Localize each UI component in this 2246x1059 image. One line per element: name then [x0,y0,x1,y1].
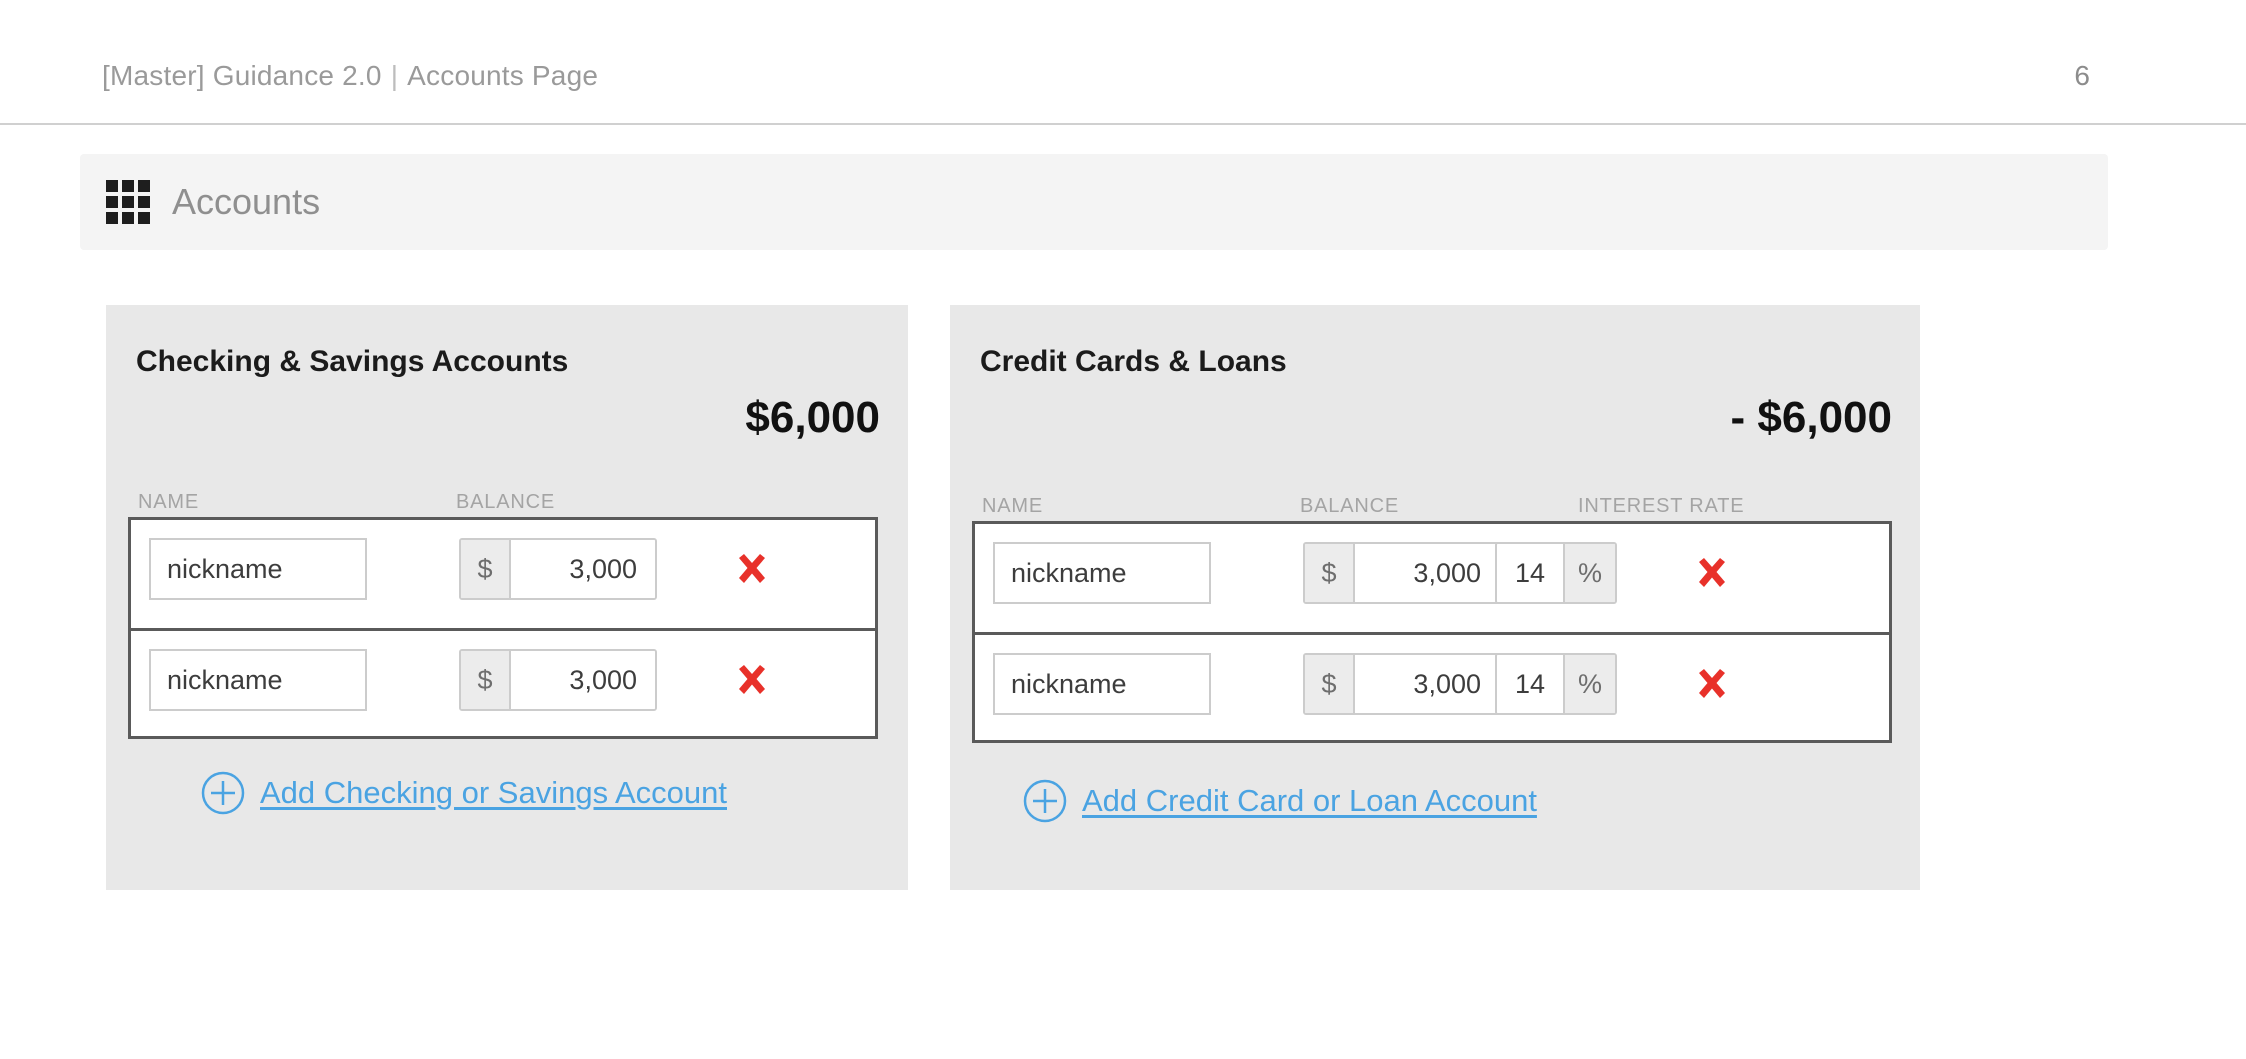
breadcrumb-deck-title: [Master] Guidance 2.0 [102,60,382,91]
column-header-interest-rate: INTEREST RATE [1578,495,1745,517]
panel-total-amount: - $6,000 [1730,393,1892,442]
delete-row-button[interactable] [1685,546,1739,600]
balance-input-group[interactable]: $ 3,000 [1303,653,1501,715]
interest-rate-input[interactable]: 14 [1497,544,1563,602]
breadcrumb: [Master] Guidance 2.0 | Accounts Page [102,60,598,92]
add-credit-loan-account-link[interactable]: Add Credit Card or Loan Account [1022,778,1537,824]
accounts-table: nickname $ 3,000 nickname $ 3,000 [128,517,878,739]
plus-circle-icon [201,771,245,815]
interest-rate-input-group[interactable]: 14 % [1495,542,1617,604]
add-checking-savings-account-link[interactable]: Add Checking or Savings Account [200,770,727,816]
currency-prefix-addon: $ [1305,655,1355,713]
close-icon [1699,669,1725,698]
account-name-input[interactable]: nickname [149,649,367,711]
balance-input-group[interactable]: $ 3,000 [1303,542,1501,604]
plus-circle-icon [1023,779,1067,823]
balance-input-group[interactable]: $ 3,000 [459,649,657,711]
top-header-bar: [Master] Guidance 2.0 | Accounts Page 6 [0,0,2246,125]
balance-input[interactable]: 3,000 [511,540,655,598]
table-row: nickname $ 3,000 14 % [975,632,1889,740]
accounts-table: nickname $ 3,000 14 % nickname $ 3,000 1… [972,521,1892,743]
account-name-input[interactable]: nickname [993,542,1211,604]
table-row: nickname $ 3,000 [131,628,875,736]
panel-title: Checking & Savings Accounts [136,345,569,378]
page-number: 6 [2074,60,2090,91]
delete-row-button[interactable] [725,542,779,596]
add-link-label[interactable]: Add Credit Card or Loan Account [1082,783,1537,819]
close-icon [739,665,765,694]
balance-input[interactable]: 3,000 [511,651,655,709]
accounts-section-bar: Accounts [80,154,2108,250]
delete-row-button[interactable] [725,653,779,707]
balance-input[interactable]: 3,000 [1355,655,1499,713]
add-link-label[interactable]: Add Checking or Savings Account [260,775,727,811]
balance-input-group[interactable]: $ 3,000 [459,538,657,600]
percent-suffix-addon: % [1563,544,1615,602]
panel-title: Credit Cards & Loans [980,345,1287,378]
breadcrumb-separator: | [390,60,399,91]
account-name-input[interactable]: nickname [993,653,1211,715]
percent-suffix-addon: % [1563,655,1615,713]
panel-total-amount: $6,000 [745,393,880,442]
column-headers: NAME BALANCE INTEREST RATE [950,495,1920,521]
currency-prefix-addon: $ [1305,544,1355,602]
account-name-input[interactable]: nickname [149,538,367,600]
column-header-name: NAME [982,495,1043,517]
column-header-name: NAME [138,491,199,513]
close-icon [1699,558,1725,587]
table-row: nickname $ 3,000 [131,520,875,628]
interest-rate-input[interactable]: 14 [1497,655,1563,713]
column-header-balance: BALANCE [1300,495,1399,517]
currency-prefix-addon: $ [461,540,511,598]
currency-prefix-addon: $ [461,651,511,709]
delete-row-button[interactable] [1685,657,1739,711]
column-header-balance: BALANCE [456,491,555,513]
column-headers: NAME BALANCE [106,491,908,517]
balance-input[interactable]: 3,000 [1355,544,1499,602]
table-row: nickname $ 3,000 14 % [975,524,1889,632]
breadcrumb-page-title: Accounts Page [407,60,599,91]
grid-icon [106,180,150,224]
interest-rate-input-group[interactable]: 14 % [1495,653,1617,715]
section-title: Accounts [172,181,321,222]
close-icon [739,554,765,583]
